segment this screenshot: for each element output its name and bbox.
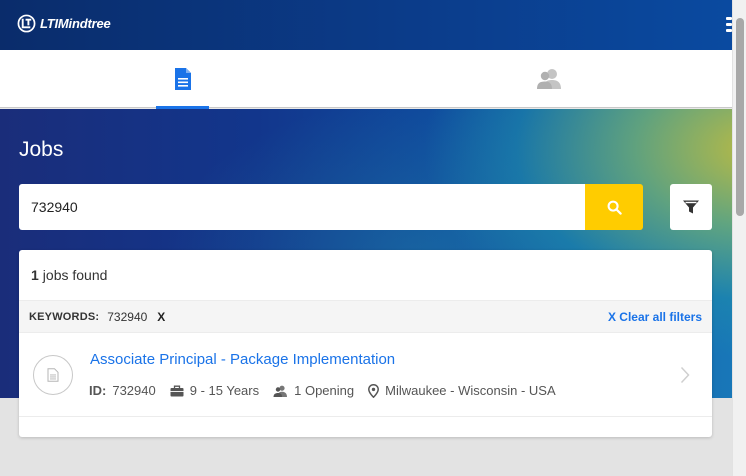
job-location-value: Milwaukee - Wisconsin - USA: [385, 383, 556, 398]
search-button[interactable]: [585, 184, 643, 230]
job-title-link[interactable]: Associate Principal - Package Implementa…: [90, 351, 395, 368]
active-filters: KEYWORDS: 732940 X X Clear all filters: [19, 300, 712, 333]
logo-mark-icon: [17, 14, 36, 33]
logo-text: LTIMindtree: [40, 16, 111, 31]
job-list-item[interactable]: Associate Principal - Package Implementa…: [19, 333, 712, 417]
brand-logo[interactable]: LTIMindtree: [17, 14, 111, 33]
job-openings-value: 1 Opening: [294, 383, 355, 398]
job-location: Milwaukee - Wisconsin - USA: [368, 383, 556, 398]
briefcase-icon: [170, 385, 184, 396]
job-openings: 1 Opening: [273, 383, 354, 398]
results-panel: 1 jobs found KEYWORDS: 732940 X X Clear …: [19, 250, 712, 437]
search-icon: [607, 200, 622, 215]
job-id-label: ID:: [89, 383, 107, 398]
results-count-label: jobs found: [42, 267, 108, 283]
job-meta: ID: 732940 9 - 15 Years 1 Opening Milwau…: [89, 383, 570, 398]
search-input[interactable]: [19, 184, 586, 230]
tab-profile[interactable]: [522, 50, 575, 108]
job-experience-value: 9 - 15 Years: [189, 383, 260, 398]
people-icon: [273, 385, 288, 397]
job-experience: 9 - 15 Years: [170, 383, 259, 398]
scrollbar-thumb[interactable]: [736, 18, 744, 216]
keywords-filter-label: KEYWORDS:: [29, 310, 100, 323]
location-pin-icon: [368, 383, 380, 398]
tab-jobs[interactable]: [156, 50, 209, 109]
job-document-icon: [47, 368, 59, 382]
funnel-icon: [683, 200, 699, 214]
tab-bar: [0, 50, 732, 109]
job-avatar: [33, 355, 73, 395]
job-id: ID: 732940: [89, 383, 156, 398]
remove-keyword-filter-button[interactable]: X: [157, 310, 165, 324]
results-count-number: 1: [31, 267, 39, 283]
chevron-right-icon[interactable]: [680, 366, 690, 384]
results-count: 1 jobs found: [19, 250, 712, 300]
job-id-value: 732940: [112, 383, 156, 398]
keywords-filter-value: 732940: [107, 309, 148, 324]
top-header: LTIMindtree: [0, 0, 732, 50]
users-icon: [536, 69, 561, 89]
search-box: [19, 184, 586, 230]
page-title: Jobs: [19, 138, 64, 161]
document-icon: [174, 68, 191, 90]
filter-button[interactable]: [670, 184, 712, 230]
clear-all-filters-link[interactable]: X Clear all filters: [608, 310, 702, 324]
page-scrollbar[interactable]: [732, 0, 746, 476]
